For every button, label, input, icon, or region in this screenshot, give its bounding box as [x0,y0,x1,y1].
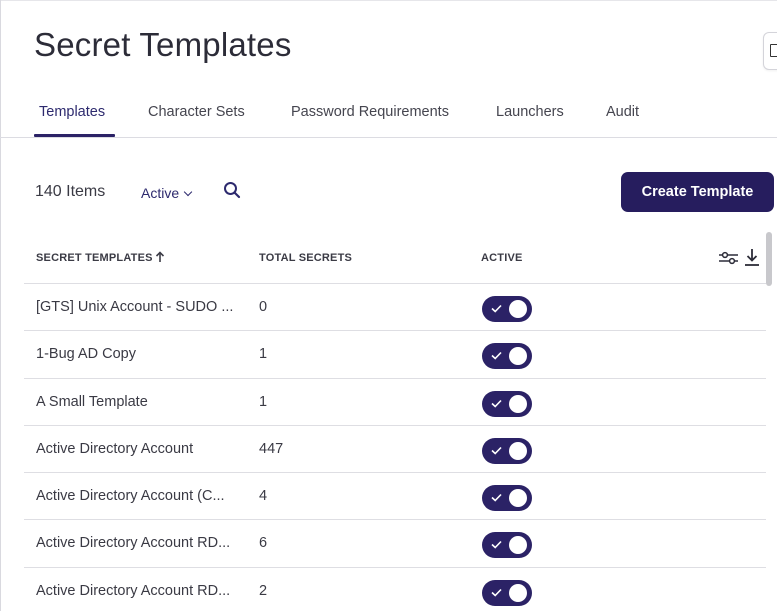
check-icon [491,352,502,360]
table-row[interactable]: Active Directory Account RD... 6 [24,519,766,566]
check-icon [491,446,502,455]
total-secrets: 447 [259,440,284,457]
page-title: Secret Templates [34,26,292,63]
template-name[interactable]: Active Directory Account RD... [36,583,230,599]
toggle-knob [509,536,527,555]
status-filter-label: Active [141,185,180,201]
template-name[interactable]: 1-Bug AD Copy [36,346,136,362]
total-secrets: 2 [259,582,268,599]
template-name[interactable]: [GTS] Unix Account - SUDO ... [36,299,233,315]
toggle-knob [509,583,527,602]
active-toggle[interactable] [482,532,532,559]
download-icon[interactable] [744,247,760,267]
active-toggle[interactable] [482,343,532,370]
active-toggle[interactable] [482,296,532,322]
total-secrets: 1 [259,393,268,410]
table-row[interactable]: Active Directory Account 447 [24,424,766,472]
total-secrets: 4 [259,488,268,505]
table-row[interactable]: [GTS] Unix Account - SUDO ... 0 [24,283,766,330]
document-icon [770,44,777,57]
total-secrets: 1 [259,346,268,363]
toggle-knob [509,394,527,413]
toggle-knob [509,489,527,508]
tab-launchers[interactable]: Launchers [496,104,564,120]
table-row[interactable]: Active Directory Account (C... 4 [24,472,766,519]
active-toggle[interactable] [482,579,532,606]
total-secrets: 0 [259,299,268,315]
status-filter-dropdown[interactable]: Active [141,185,193,201]
column-header-active[interactable]: ACTIVE [481,252,523,264]
total-secrets: 6 [259,535,268,552]
check-icon [491,588,502,597]
check-icon [491,541,502,550]
template-name[interactable]: Active Directory Account [36,441,193,457]
chevron-down-icon [183,187,193,197]
toggle-knob [509,300,527,318]
column-header-total-secrets[interactable]: TOTAL SECRETS [259,252,352,264]
window-top-border [0,0,777,1]
template-name[interactable]: A Small Template [36,394,148,410]
template-name[interactable]: Active Directory Account RD... [36,535,230,551]
tab-password-requirements[interactable]: Password Requirements [291,104,449,120]
active-tab-indicator [34,134,115,137]
tab-templates[interactable]: Templates [39,104,105,120]
window-left-border [0,0,1,611]
tab-bar: Templates Character Sets Password Requir… [0,100,777,138]
check-icon [491,399,502,408]
items-count: 140 Items [35,183,106,200]
create-template-button[interactable]: Create Template [621,172,774,212]
active-toggle[interactable] [482,390,532,417]
table-row[interactable]: 1-Bug AD Copy 1 [24,330,766,377]
search-icon[interactable] [223,181,241,199]
sliders-icon[interactable] [718,249,739,267]
active-toggle[interactable] [482,485,532,512]
tab-character-sets[interactable]: Character Sets [148,104,245,120]
toggle-knob [509,347,527,366]
sort-ascending-icon[interactable] [155,251,165,263]
templates-table: [GTS] Unix Account - SUDO ... 0 1-Bug AD… [24,283,766,611]
check-icon [491,304,502,313]
vertical-scrollbar[interactable] [766,232,772,286]
document-button[interactable] [763,32,777,70]
column-header-secret-templates[interactable]: SECRET TEMPLATES [36,252,153,264]
tab-audit[interactable]: Audit [606,104,639,120]
toggle-knob [509,441,527,460]
check-icon [491,494,502,502]
template-name[interactable]: Active Directory Account (C... [36,488,225,504]
table-row[interactable]: Active Directory Account RD... 2 [24,566,766,611]
active-toggle[interactable] [482,437,532,464]
table-row[interactable]: A Small Template 1 [24,377,766,425]
